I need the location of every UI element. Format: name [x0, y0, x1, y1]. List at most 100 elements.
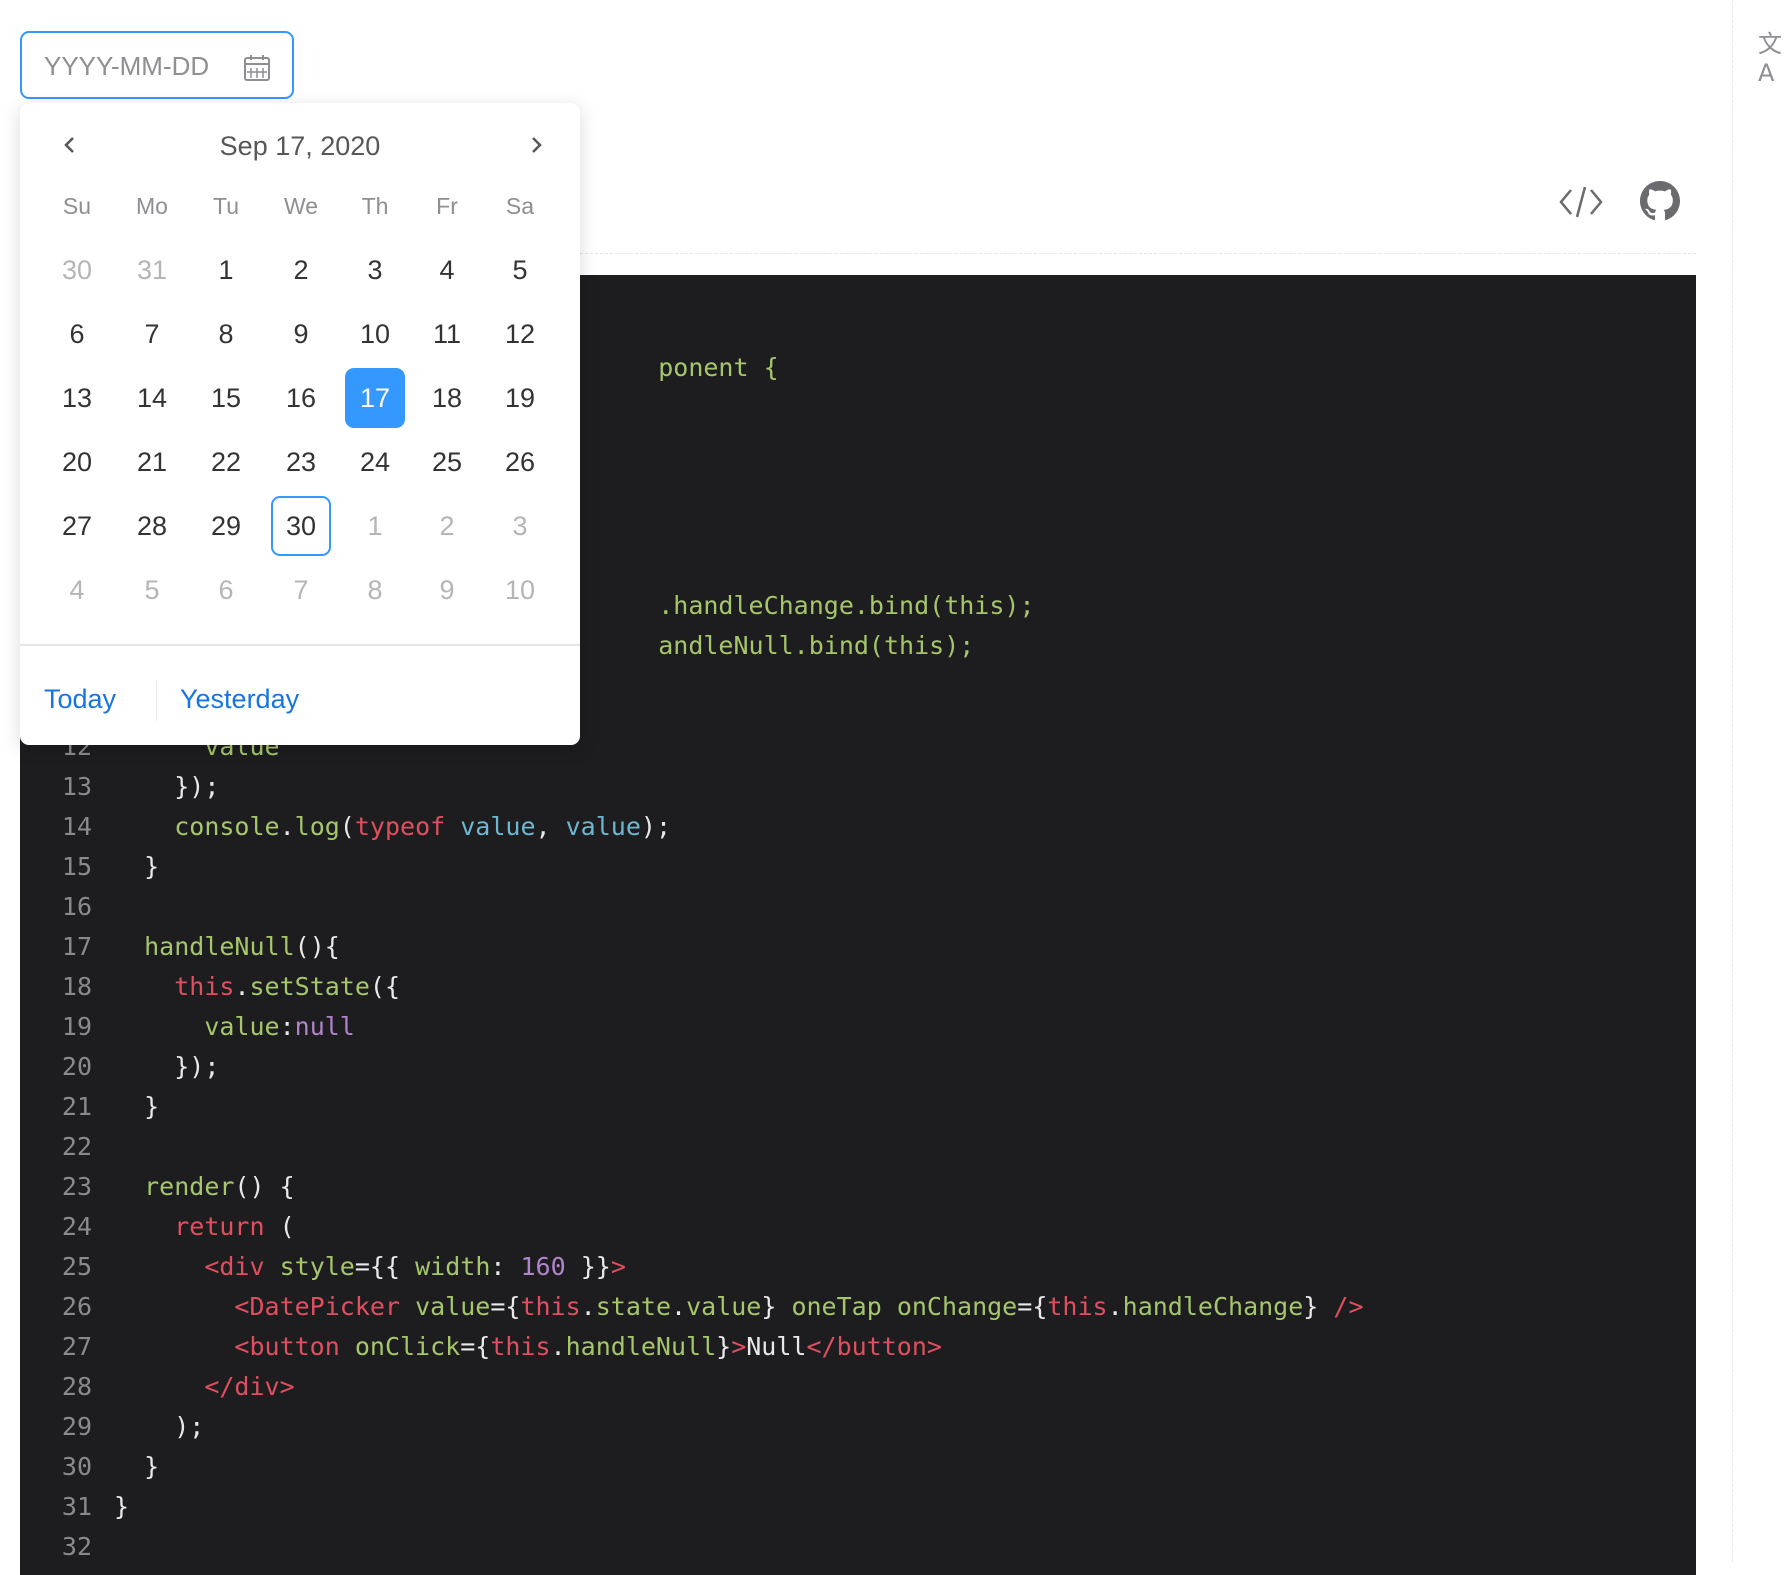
calendar-day[interactable]: 1	[345, 496, 405, 556]
calendar-day[interactable]: 29	[196, 496, 256, 556]
calendar-day[interactable]: 30	[47, 240, 107, 300]
calendar-day[interactable]: 5	[490, 240, 550, 300]
calendar-day[interactable]: 21	[122, 432, 182, 492]
code-text: value:null	[204, 1012, 355, 1041]
line-number: 17	[61, 932, 92, 961]
calendar-day[interactable]: 4	[47, 560, 107, 620]
line-number: 27	[61, 1332, 92, 1361]
line-number: 16	[61, 892, 92, 921]
translate-icon[interactable]: 文A	[1758, 24, 1786, 87]
calendar-day[interactable]: 25	[417, 432, 477, 492]
calendar-day[interactable]: 11	[417, 304, 477, 364]
code-line: 28 </div>	[20, 1367, 295, 1407]
calendar-day[interactable]: 27	[47, 496, 107, 556]
calendar-day[interactable]: 20	[47, 432, 107, 492]
weekday-label: Tu	[213, 193, 239, 219]
line-number: 19	[61, 1012, 92, 1041]
right-gutter	[1732, 0, 1786, 1562]
code-line: 14 console.log(typeof value, value);	[20, 807, 671, 847]
date-picker-input[interactable]: YYYY-MM-DD	[20, 31, 294, 99]
code-line: 19 value:null	[20, 1007, 355, 1047]
code-text: }	[144, 1452, 160, 1481]
code-line: 29 );	[20, 1407, 204, 1447]
code-line: 17 handleNull(){	[20, 927, 340, 967]
calendar-popup: Sep 17, 2020 Su Mo Tu We Th Fr Sa 30 31 1 2 3 4 5 6 7 8…	[20, 103, 580, 745]
code-partial-line: ponent {	[598, 308, 778, 382]
line-number: 21	[61, 1092, 92, 1121]
line-number: 31	[61, 1492, 92, 1521]
date-input-placeholder: YYYY-MM-DD	[44, 51, 210, 81]
calendar-day[interactable]: 14	[122, 368, 182, 428]
weekday-label: Su	[62, 193, 92, 219]
calendar-day[interactable]: 8	[345, 560, 405, 620]
calendar-day[interactable]: 22	[196, 432, 256, 492]
line-number: 30	[61, 1452, 92, 1481]
code-icon[interactable]	[1558, 182, 1604, 222]
weekday-label: Th	[361, 193, 389, 219]
calendar-footer-divider	[20, 644, 580, 646]
calendar-day[interactable]: 12	[490, 304, 550, 364]
code-text: render() {	[144, 1172, 295, 1201]
calendar-day[interactable]: 6	[196, 560, 256, 620]
code-line: 16	[20, 887, 114, 927]
today-button[interactable]: Today	[44, 684, 116, 715]
github-icon[interactable]	[1640, 181, 1680, 221]
calendar-day[interactable]: 13	[47, 368, 107, 428]
calendar-day[interactable]: 17	[345, 368, 405, 428]
code-line: 23 render() {	[20, 1167, 295, 1207]
code-line: 13 });	[20, 767, 220, 807]
calendar-day[interactable]: 2	[417, 496, 477, 556]
calendar-day[interactable]: 8	[196, 304, 256, 364]
code-line: 32	[20, 1527, 114, 1567]
calendar-day[interactable]: 15	[196, 368, 256, 428]
code-text: }	[144, 1092, 160, 1121]
line-number: 22	[61, 1132, 92, 1161]
calendar-day[interactable]: 1	[196, 240, 256, 300]
calendar-day[interactable]: 19	[490, 368, 550, 428]
line-number: 28	[61, 1372, 92, 1401]
code-text: }	[144, 852, 160, 881]
calendar-day[interactable]: 30	[271, 496, 331, 556]
calendar-day[interactable]: 5	[122, 560, 182, 620]
calendar-day[interactable]: 9	[271, 304, 331, 364]
calendar-day[interactable]: 28	[122, 496, 182, 556]
calendar-day[interactable]: 3	[490, 496, 550, 556]
code-line: 22	[20, 1127, 114, 1167]
calendar-day[interactable]: 18	[417, 368, 477, 428]
code-line: 24 return (	[20, 1207, 295, 1247]
code-text: console.log(typeof value, value);	[174, 812, 672, 841]
calendar-day[interactable]: 4	[417, 240, 477, 300]
line-number: 24	[61, 1212, 92, 1241]
yesterday-button[interactable]: Yesterday	[180, 684, 299, 715]
calendar-day[interactable]: 7	[271, 560, 331, 620]
line-number: 13	[61, 772, 92, 801]
calendar-day[interactable]: 10	[345, 304, 405, 364]
calendar-title[interactable]: Sep 17, 2020	[20, 131, 580, 162]
calendar-day[interactable]: 24	[345, 432, 405, 492]
calendar-day[interactable]: 10	[490, 560, 550, 620]
code-line: 26 <DatePicker value={this.state.value} …	[20, 1287, 1364, 1327]
calendar-day[interactable]: 6	[47, 304, 107, 364]
calendar-day[interactable]: 16	[271, 368, 331, 428]
calendar-day[interactable]: 9	[417, 560, 477, 620]
code-line: 25 <div style={{ width: 160 }}>	[20, 1247, 626, 1287]
code-text: this.setState({	[174, 972, 401, 1001]
line-number: 32	[61, 1532, 92, 1561]
code-text: <button onClick={this.handleNull}>Null</…	[234, 1332, 942, 1361]
calendar-day[interactable]: 31	[122, 240, 182, 300]
calendar-day[interactable]: 2	[271, 240, 331, 300]
calendar-day[interactable]: 23	[271, 432, 331, 492]
calendar-icon[interactable]	[242, 53, 272, 83]
calendar-day[interactable]: 26	[490, 432, 550, 492]
code-line: 15 }	[20, 847, 159, 887]
footer-separator	[156, 681, 157, 721]
code-line: 27 <button onClick={this.handleNull}>Nul…	[20, 1327, 942, 1367]
line-number: 23	[61, 1172, 92, 1201]
code-text: );	[174, 1412, 205, 1441]
calendar-day[interactable]: 3	[345, 240, 405, 300]
code-line: 20 });	[20, 1047, 220, 1087]
calendar-day[interactable]: 7	[122, 304, 182, 364]
chevron-right-icon[interactable]	[524, 133, 548, 157]
weekday-label: Sa	[505, 193, 535, 219]
code-line: 18 this.setState({	[20, 967, 400, 1007]
